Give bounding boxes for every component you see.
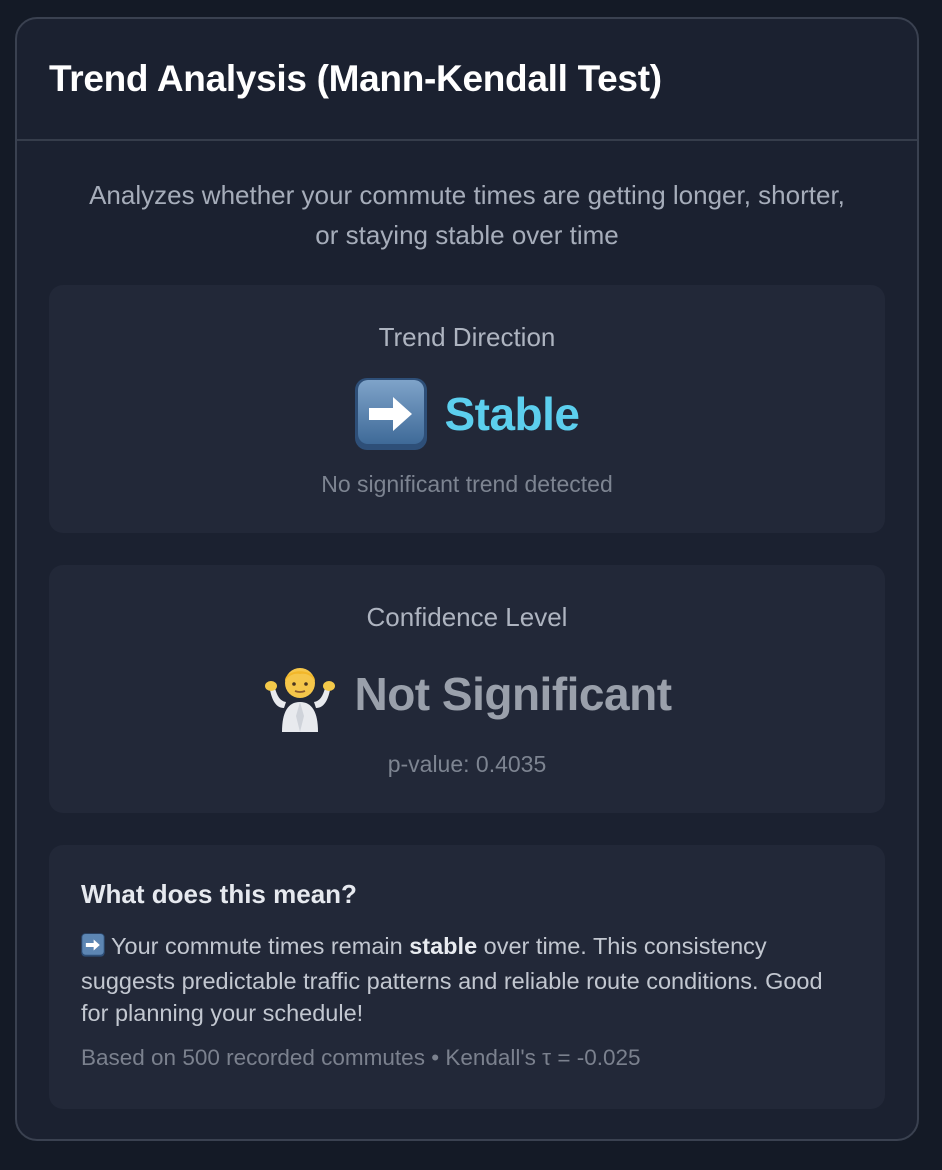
explanation-text-bold: stable — [409, 933, 478, 959]
right-arrow-icon — [354, 377, 428, 451]
card-title: Trend Analysis (Mann-Kendall Test) — [49, 58, 662, 99]
confidence-level-panel: Confidence Level Not Significant p-value… — [49, 565, 885, 813]
card-header: Trend Analysis (Mann-Kendall Test) — [17, 19, 917, 141]
shrug-icon — [262, 656, 338, 732]
explanation-title: What does this mean? — [81, 879, 357, 909]
explanation-panel: What does this mean? Your commute times … — [49, 845, 885, 1109]
trend-direction-label: Trend Direction — [378, 322, 556, 352]
explanation-text-start: Your commute times remain — [111, 933, 410, 959]
trend-direction-panel: Trend Direction Stable No significant tr… — [49, 285, 885, 533]
trend-direction-value-row: Stable — [49, 375, 885, 453]
explanation-text: Your commute times remain stable over ti… — [81, 930, 853, 1029]
right-arrow-icon — [81, 933, 105, 965]
description-text: Analyzes whether your commute times are … — [89, 180, 845, 250]
p-value-text: p-value: 0.4035 — [387, 751, 547, 777]
confidence-level-label: Confidence Level — [366, 602, 568, 632]
confidence-level-value-row: Not Significant — [49, 655, 885, 733]
card-body: Analyzes whether your commute times are … — [17, 141, 917, 1109]
explanation-footer: Based on 500 recorded commutes • Kendall… — [81, 1045, 641, 1070]
trend-analysis-card: Trend Analysis (Mann-Kendall Test) Analy… — [15, 17, 919, 1141]
confidence-level-value: Not Significant — [354, 668, 672, 720]
trend-direction-subtext: No significant trend detected — [321, 471, 613, 497]
trend-direction-value: Stable — [444, 388, 580, 440]
